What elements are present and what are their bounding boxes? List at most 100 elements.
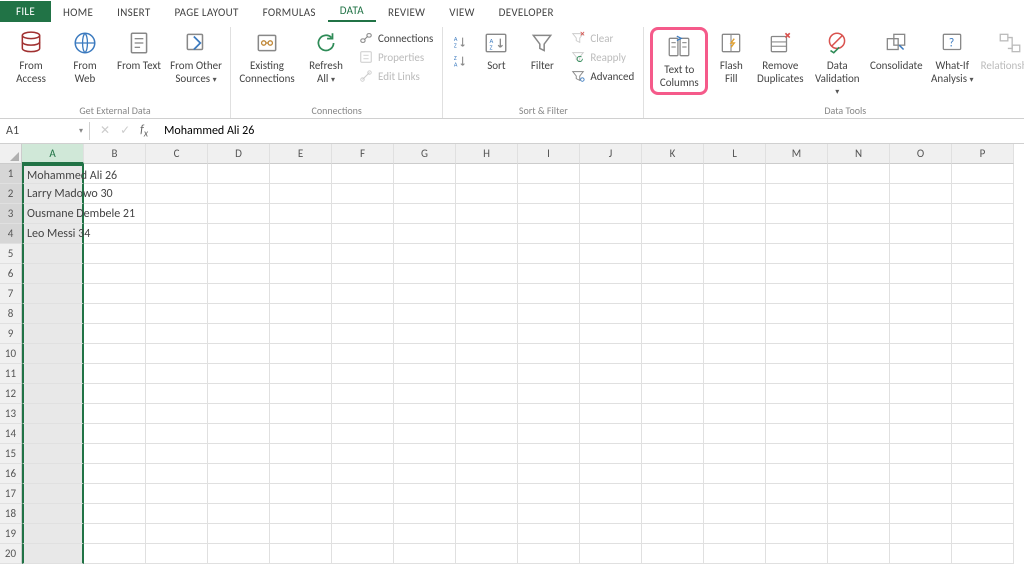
- cell-O9[interactable]: [890, 324, 952, 344]
- reapply-button[interactable]: Reapply: [567, 48, 637, 66]
- cell-C6[interactable]: [146, 264, 208, 284]
- cell-M19[interactable]: [766, 524, 828, 544]
- cell-F13[interactable]: [332, 404, 394, 424]
- cell-F16[interactable]: [332, 464, 394, 484]
- cell-C1[interactable]: [146, 164, 208, 184]
- cell-L12[interactable]: [704, 384, 766, 404]
- cell-K10[interactable]: [642, 344, 704, 364]
- cell-A10[interactable]: [22, 344, 84, 364]
- cell-I20[interactable]: [518, 544, 580, 564]
- cell-M14[interactable]: [766, 424, 828, 444]
- cell-C3[interactable]: [146, 204, 208, 224]
- cell-M10[interactable]: [766, 344, 828, 364]
- cell-D4[interactable]: [208, 224, 270, 244]
- cell-L1[interactable]: [704, 164, 766, 184]
- cell-F12[interactable]: [332, 384, 394, 404]
- cell-L18[interactable]: [704, 504, 766, 524]
- cell-I12[interactable]: [518, 384, 580, 404]
- column-header-N[interactable]: N: [828, 144, 890, 164]
- cell-N15[interactable]: [828, 444, 890, 464]
- cell-D5[interactable]: [208, 244, 270, 264]
- row-header-5[interactable]: 5: [0, 244, 22, 264]
- cell-D7[interactable]: [208, 284, 270, 304]
- cell-D19[interactable]: [208, 524, 270, 544]
- row-header-12[interactable]: 12: [0, 384, 22, 404]
- cell-H12[interactable]: [456, 384, 518, 404]
- cell-K11[interactable]: [642, 364, 704, 384]
- cell-E16[interactable]: [270, 464, 332, 484]
- cell-A3[interactable]: Ousmane Dembele 21: [22, 204, 84, 224]
- cell-O8[interactable]: [890, 304, 952, 324]
- column-header-H[interactable]: H: [456, 144, 518, 164]
- cell-N9[interactable]: [828, 324, 890, 344]
- row-header-1[interactable]: 1: [0, 164, 22, 184]
- cell-E12[interactable]: [270, 384, 332, 404]
- cell-E14[interactable]: [270, 424, 332, 444]
- cell-A13[interactable]: [22, 404, 84, 424]
- cell-K19[interactable]: [642, 524, 704, 544]
- cell-G11[interactable]: [394, 364, 456, 384]
- tab-file[interactable]: FILE: [0, 1, 51, 22]
- select-all-corner[interactable]: [0, 144, 22, 164]
- cell-B18[interactable]: [84, 504, 146, 524]
- cell-K20[interactable]: [642, 544, 704, 564]
- cell-P7[interactable]: [952, 284, 1014, 304]
- cell-A7[interactable]: [22, 284, 84, 304]
- cell-N2[interactable]: [828, 184, 890, 204]
- cell-M1[interactable]: [766, 164, 828, 184]
- cell-H4[interactable]: [456, 224, 518, 244]
- row-header-11[interactable]: 11: [0, 364, 22, 384]
- cell-J4[interactable]: [580, 224, 642, 244]
- cell-M16[interactable]: [766, 464, 828, 484]
- cell-D18[interactable]: [208, 504, 270, 524]
- cell-F10[interactable]: [332, 344, 394, 364]
- cell-F8[interactable]: [332, 304, 394, 324]
- cell-J1[interactable]: [580, 164, 642, 184]
- cell-O6[interactable]: [890, 264, 952, 284]
- cell-N12[interactable]: [828, 384, 890, 404]
- cell-C10[interactable]: [146, 344, 208, 364]
- cell-M12[interactable]: [766, 384, 828, 404]
- cell-M3[interactable]: [766, 204, 828, 224]
- cell-O12[interactable]: [890, 384, 952, 404]
- flash-fill-button[interactable]: Flash Fill: [712, 27, 750, 87]
- cell-B17[interactable]: [84, 484, 146, 504]
- cell-I4[interactable]: [518, 224, 580, 244]
- cell-F3[interactable]: [332, 204, 394, 224]
- cell-J15[interactable]: [580, 444, 642, 464]
- from-text-button[interactable]: From Text: [114, 27, 164, 75]
- cell-B4[interactable]: [84, 224, 146, 244]
- cell-H17[interactable]: [456, 484, 518, 504]
- tab-developer[interactable]: DEVELOPER: [487, 3, 566, 22]
- cell-A6[interactable]: [22, 264, 84, 284]
- cell-M4[interactable]: [766, 224, 828, 244]
- cell-N11[interactable]: [828, 364, 890, 384]
- cell-E13[interactable]: [270, 404, 332, 424]
- cell-D10[interactable]: [208, 344, 270, 364]
- cell-F14[interactable]: [332, 424, 394, 444]
- enter-formula-icon[interactable]: ✓: [120, 123, 130, 138]
- cell-G3[interactable]: [394, 204, 456, 224]
- cell-A2[interactable]: Larry Madowo 30: [22, 184, 84, 204]
- cell-G14[interactable]: [394, 424, 456, 444]
- cell-J13[interactable]: [580, 404, 642, 424]
- cell-N17[interactable]: [828, 484, 890, 504]
- cell-D1[interactable]: [208, 164, 270, 184]
- cell-I17[interactable]: [518, 484, 580, 504]
- cell-F17[interactable]: [332, 484, 394, 504]
- cell-K7[interactable]: [642, 284, 704, 304]
- cell-L14[interactable]: [704, 424, 766, 444]
- row-header-20[interactable]: 20: [0, 544, 22, 564]
- row-header-16[interactable]: 16: [0, 464, 22, 484]
- cell-A5[interactable]: [22, 244, 84, 264]
- cell-E2[interactable]: [270, 184, 332, 204]
- properties-button[interactable]: Properties: [355, 48, 436, 66]
- row-header-7[interactable]: 7: [0, 284, 22, 304]
- cell-B15[interactable]: [84, 444, 146, 464]
- cell-H8[interactable]: [456, 304, 518, 324]
- cell-D9[interactable]: [208, 324, 270, 344]
- column-header-M[interactable]: M: [766, 144, 828, 164]
- cell-C4[interactable]: [146, 224, 208, 244]
- cell-P9[interactable]: [952, 324, 1014, 344]
- cell-E19[interactable]: [270, 524, 332, 544]
